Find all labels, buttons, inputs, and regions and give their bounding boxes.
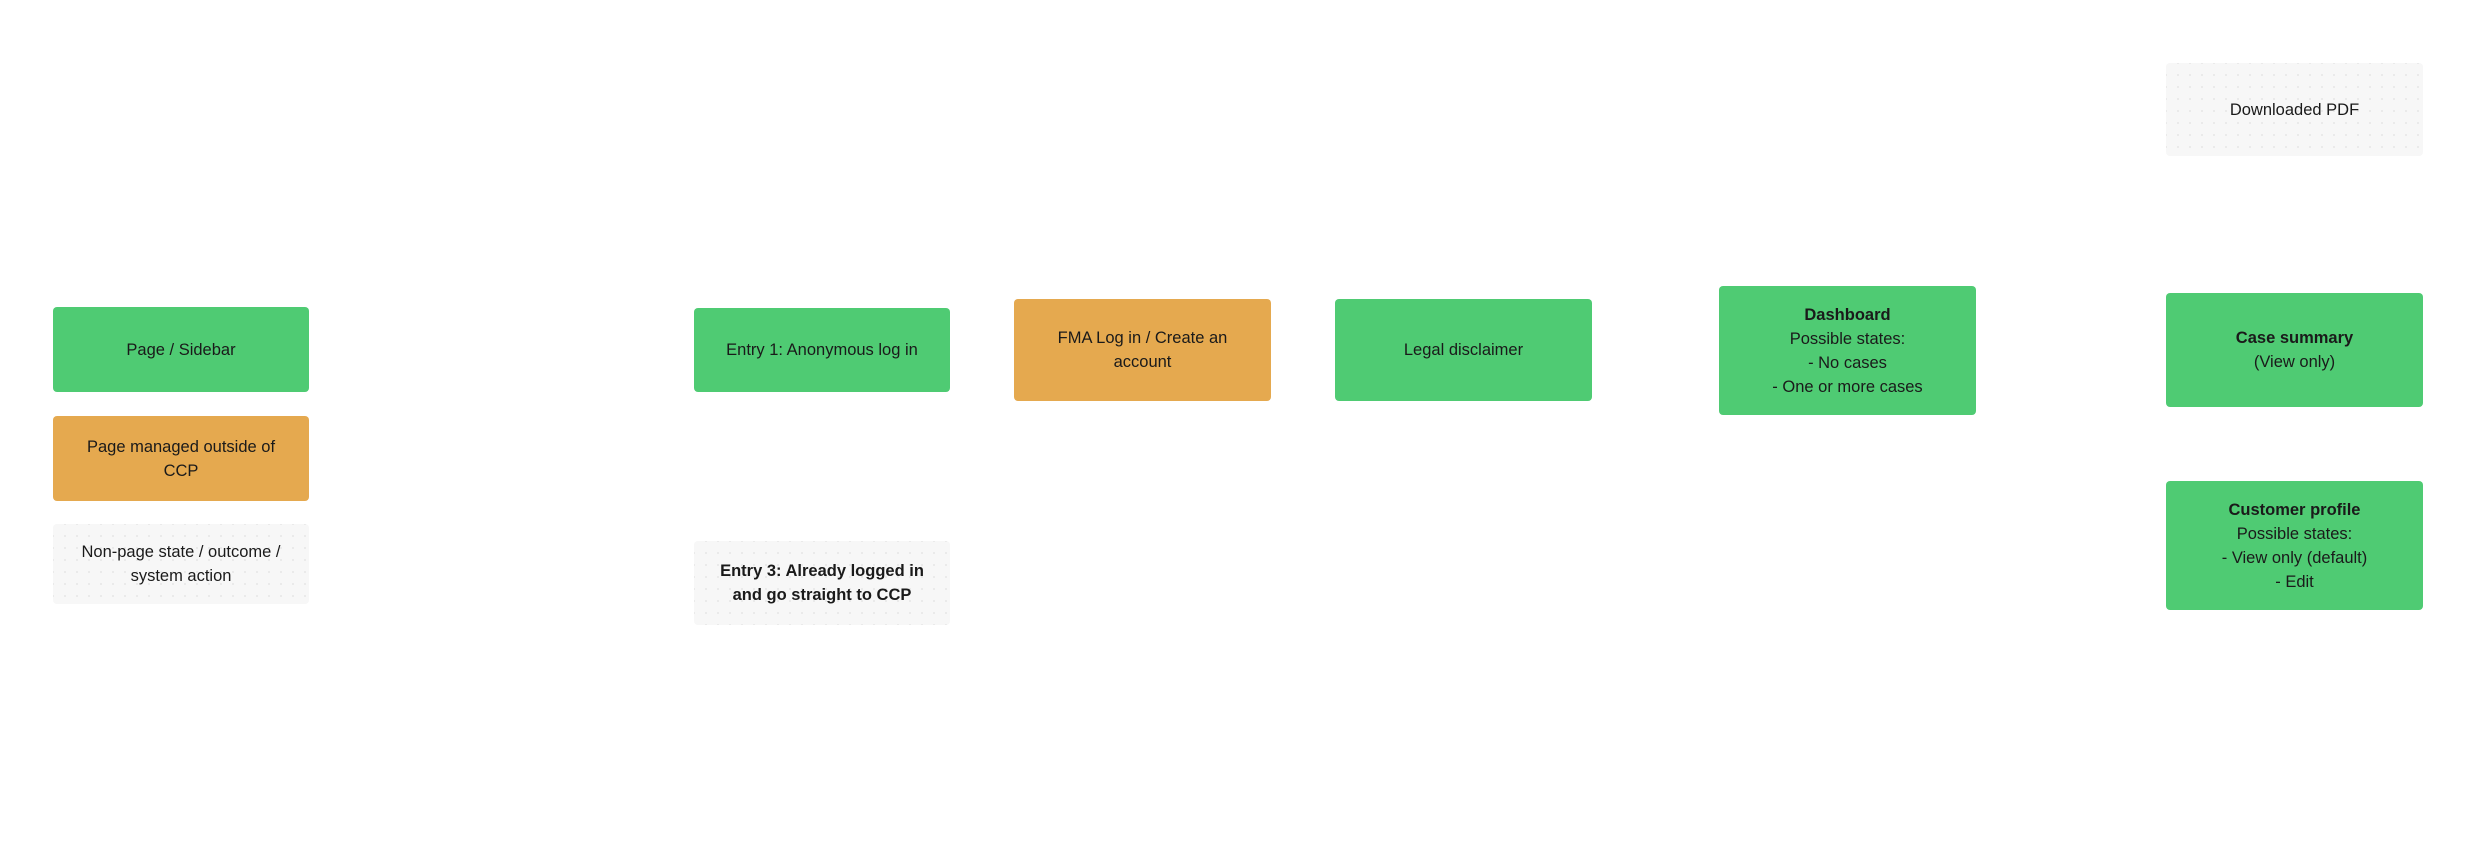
dashboard-label: Dashboard Possible states: - No cases - … xyxy=(1772,303,1922,399)
case-summary-node[interactable]: Case summary (View only) xyxy=(2166,293,2423,407)
legal-disclaimer-label: Legal disclaimer xyxy=(1403,341,1524,359)
fma-login-label-line1: FMA Log in / Create an xyxy=(1057,329,1228,347)
entry3-label-line2: and go straight to CCP xyxy=(732,586,912,604)
case-summary-subtitle: (View only) xyxy=(2253,353,2336,371)
customer-profile-state: - Edit xyxy=(2275,572,2314,591)
legend-external-label-line2: CCP xyxy=(163,461,199,480)
customer-profile-state: - View only (default) xyxy=(2221,548,2368,567)
legal-disclaimer-node[interactable]: Legal disclaimer xyxy=(1335,299,1592,401)
entry3-label-line1: Entry 3: Already logged in xyxy=(720,562,924,580)
legend-external-page-node[interactable]: Page managed outside of CCP xyxy=(53,416,309,501)
legend-non-page-label: Non-page state / outcome / system action xyxy=(81,540,280,588)
legend-external-label: Page managed outside of CCP xyxy=(87,435,275,483)
fma-login-node[interactable]: FMA Log in / Create an account xyxy=(1014,299,1271,401)
legend-non-page-node[interactable]: Non-page state / outcome / system action xyxy=(53,524,309,604)
dashboard-node[interactable]: Dashboard Possible states: - No cases - … xyxy=(1719,286,1976,415)
customer-profile-node[interactable]: Customer profile Possible states: - View… xyxy=(2166,481,2423,610)
legend-non-page-label-line2: system action xyxy=(130,567,232,585)
dashboard-title: Dashboard xyxy=(1804,305,1891,324)
fma-login-label: FMA Log in / Create an account xyxy=(1058,326,1228,374)
dashboard-state: - One or more cases xyxy=(1772,377,1923,396)
dashboard-state: - No cases xyxy=(1808,353,1887,372)
customer-profile-label: Customer profile Possible states: - View… xyxy=(2222,498,2368,594)
dashboard-subtitle: Possible states: xyxy=(1789,329,1906,348)
fma-login-label-line2: account xyxy=(1113,353,1172,371)
case-summary-label: Case summary (View only) xyxy=(2236,326,2353,374)
legend-page-label: Page / Sidebar xyxy=(126,340,236,359)
legend-non-page-label-line1: Non-page state / outcome / xyxy=(81,543,281,561)
legend-external-label-line1: Page managed outside of xyxy=(86,437,276,456)
case-summary-title: Case summary xyxy=(2235,329,2354,347)
entry1-label: Entry 1: Anonymous log in xyxy=(726,341,918,359)
downloaded-pdf-node[interactable]: Downloaded PDF xyxy=(2166,63,2423,156)
entry3-label: Entry 3: Already logged in and go straig… xyxy=(720,559,924,607)
entry3-already-logged-in-node[interactable]: Entry 3: Already logged in and go straig… xyxy=(694,541,950,625)
downloaded-pdf-label: Downloaded PDF xyxy=(2229,100,2360,119)
entry1-anonymous-login-node[interactable]: Entry 1: Anonymous log in xyxy=(694,308,950,392)
customer-profile-title: Customer profile xyxy=(2228,500,2361,519)
customer-profile-subtitle: Possible states: xyxy=(2236,524,2353,543)
legend-page-node[interactable]: Page / Sidebar xyxy=(53,307,309,392)
